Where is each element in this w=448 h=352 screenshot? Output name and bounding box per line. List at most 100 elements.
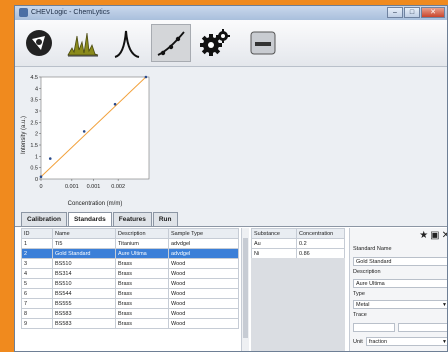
close-button[interactable]: ✕ (421, 7, 445, 18)
id-cell[interactable]: 3 (21, 258, 53, 269)
substances-table: Substance Concentration Au 0.2 Ni 0.86 (251, 228, 345, 259)
unit-label: Unit (353, 339, 363, 345)
substance-cell[interactable]: Ni (251, 248, 297, 259)
table-row[interactable]: 9 BS583 Brass Wood (21, 318, 239, 329)
name-cell[interactable]: Gold Standard (52, 248, 116, 259)
name-cell[interactable]: BS510 (52, 278, 116, 289)
table-row[interactable]: Ni 0.86 (251, 248, 345, 259)
calibrate-tool-button[interactable] (151, 24, 191, 62)
column-header-concentration[interactable]: Concentration (296, 228, 345, 239)
y-tick-label: 3 (35, 109, 38, 115)
table-row[interactable]: 8 BS583 Brass Wood (21, 308, 239, 319)
sample-type-cell[interactable]: Wood (168, 268, 239, 279)
sample-type-cell[interactable]: Wood (168, 258, 239, 269)
description-field[interactable]: Aure Ultima (353, 279, 447, 288)
column-header-description[interactable]: Description (115, 228, 169, 239)
table-row[interactable]: 4 BS314 Brass Wood (21, 268, 239, 279)
description-label: Description (353, 269, 381, 275)
tab-features[interactable]: Features (112, 212, 152, 226)
description-cell[interactable]: Brass (115, 288, 169, 299)
sample-type-cell[interactable]: advdgel (168, 248, 239, 259)
tab-calibration[interactable]: Calibration (21, 212, 67, 226)
column-header-substance[interactable]: Substance (251, 228, 297, 239)
tab-standards[interactable]: Standards (67, 212, 112, 227)
y-tick-label: 4.5 (30, 75, 38, 81)
chevron-down-icon: ▼ (442, 302, 447, 308)
description-cell[interactable]: Brass (115, 268, 169, 279)
standard-name-label: Standard Name (353, 246, 392, 252)
name-cell[interactable]: BS544 (52, 288, 116, 299)
table-row[interactable]: Au 0.2 (251, 238, 345, 249)
sample-type-cell[interactable]: advdgel (168, 238, 239, 249)
x-tick-label: 0.002 (111, 184, 125, 190)
table-row[interactable]: 1 Ti5 Titanium advdgel (21, 238, 239, 249)
trace-field-1[interactable] (353, 323, 395, 332)
sample-type-cell[interactable]: Wood (168, 308, 239, 319)
x-axis-label: Concentration (m/m) (68, 201, 123, 207)
table-row[interactable]: 7 BS555 Brass Wood (21, 298, 239, 309)
type-dropdown[interactable]: Metal ▼ (353, 300, 447, 309)
standard-name-field[interactable]: Gold Standard (353, 257, 447, 266)
name-cell[interactable]: BS510 (52, 258, 116, 269)
logo-tool-button[interactable] (19, 24, 59, 62)
data-point (82, 130, 86, 133)
tab-strip: Calibration Standards Features Run (21, 212, 179, 227)
column-header-name[interactable]: Name (52, 228, 116, 239)
analyze-tool-button[interactable] (107, 24, 147, 62)
column-header-id[interactable]: ID (21, 228, 53, 239)
star-icon[interactable]: ★ (419, 230, 428, 242)
description-cell[interactable]: Brass (115, 318, 169, 329)
id-cell[interactable]: 5 (21, 278, 53, 289)
id-cell[interactable]: 6 (21, 288, 53, 299)
maximize-button[interactable]: □ (404, 7, 420, 18)
description-cell[interactable]: Titanium (115, 238, 169, 249)
id-cell[interactable]: 7 (21, 298, 53, 309)
name-cell[interactable]: BS583 (52, 308, 116, 319)
type-label: Type (353, 291, 365, 297)
description-cell[interactable]: Brass (115, 278, 169, 289)
id-cell[interactable]: 9 (21, 318, 53, 329)
name-cell[interactable]: BS555 (52, 298, 116, 309)
table-row[interactable]: 6 BS544 Brass Wood (21, 288, 239, 299)
name-cell[interactable]: BS314 (52, 268, 116, 279)
standards-scrollbar[interactable] (241, 228, 249, 351)
name-cell[interactable]: BS583 (52, 318, 116, 329)
description-cell[interactable]: Brass (115, 298, 169, 309)
tab-run[interactable]: Run (152, 212, 178, 226)
scrollbar-thumb[interactable] (243, 238, 248, 338)
y-tick-label: 0 (35, 177, 38, 183)
id-cell[interactable]: 1 (21, 238, 53, 249)
description-cell[interactable]: Brass (115, 308, 169, 319)
sample-type-cell[interactable]: Wood (168, 318, 239, 329)
id-cell[interactable]: 2 (21, 248, 53, 259)
settings-tool-button[interactable] (195, 24, 235, 62)
title-bar: CHEVLogic - ChemLytics – □ ✕ (15, 6, 447, 21)
table-row[interactable]: 2 Gold Standard Aure Ultima advdgel (21, 248, 239, 259)
description-cell[interactable]: Aure Ultima (115, 248, 169, 259)
table-row[interactable]: 5 BS510 Brass Wood (21, 278, 239, 289)
app-window: CHEVLogic - ChemLytics – □ ✕ Intensity (… (14, 5, 448, 352)
save-icon[interactable]: ▣ (430, 230, 439, 242)
column-header-sample-type[interactable]: Sample Type (168, 228, 239, 239)
id-cell[interactable]: 8 (21, 308, 53, 319)
calibration-chart-area: Intensity (a.u.) Concentration (m/m) 0 0.… (15, 67, 447, 212)
calibration-chart: Intensity (a.u.) Concentration (m/m) 0 0.… (19, 71, 155, 209)
name-cell[interactable]: Ti5 (52, 238, 116, 249)
detail-actions: ★ ▣ ✕ (419, 230, 447, 242)
sample-type-cell[interactable]: Wood (168, 298, 239, 309)
storage-tool-button[interactable] (243, 24, 283, 62)
close-icon[interactable]: ✕ (442, 230, 447, 242)
id-cell[interactable]: 4 (21, 268, 53, 279)
spectra-tool-button[interactable] (63, 24, 103, 62)
concentration-cell[interactable]: 0.2 (296, 238, 345, 249)
y-tick-label: 1 (35, 154, 38, 160)
sample-type-cell[interactable]: Wood (168, 288, 239, 299)
table-row[interactable]: 3 BS510 Brass Wood (21, 258, 239, 269)
minimize-button[interactable]: – (387, 7, 403, 18)
sample-type-cell[interactable]: Wood (168, 278, 239, 289)
concentration-cell[interactable]: 0.86 (296, 248, 345, 259)
description-cell[interactable]: Brass (115, 258, 169, 269)
unit-dropdown[interactable]: fraction ▼ (366, 337, 447, 346)
trace-field-2[interactable] (398, 323, 447, 332)
substance-cell[interactable]: Au (251, 238, 297, 249)
